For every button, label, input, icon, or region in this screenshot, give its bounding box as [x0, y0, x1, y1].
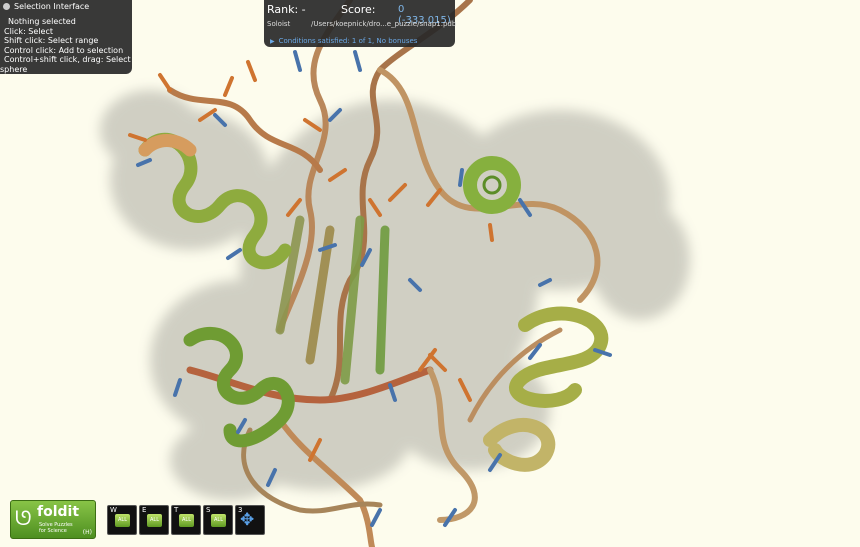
foldit-logo[interactable]: ᘎ foldit Solve Puzzles for Science (H): [10, 500, 96, 539]
rebuild-button[interactable]: S ALL: [203, 505, 233, 535]
selection-panel-body: Nothing selected Click: Select Shift cli…: [0, 13, 132, 74]
rebuild-icon: ALL: [211, 514, 226, 527]
selection-interface-panel[interactable]: Selection Interface Nothing selected Cli…: [0, 0, 132, 74]
hotkey-label: W: [110, 506, 117, 514]
score-panel: Rank: - Score: 0 (-333.015) Soloist /Use…: [264, 0, 457, 47]
selection-help-line: Control+shift click, drag: Select: [4, 55, 131, 64]
selection-status: Nothing selected: [8, 17, 76, 26]
expand-triangle-icon[interactable]: ▶: [270, 38, 275, 45]
ribbon-icon: ᘎ: [15, 506, 32, 530]
rank-label: Rank: -: [267, 3, 306, 16]
hotkey-label: T: [174, 506, 179, 514]
hotkey-label: E: [142, 506, 147, 514]
wiggle-button[interactable]: W ALL: [107, 505, 137, 535]
hotkey-label: S: [206, 506, 211, 514]
mode-label: Soloist: [267, 20, 291, 28]
selection-help-line: Shift click: Select range: [4, 36, 99, 45]
wiggle-icon: ALL: [115, 514, 130, 527]
tweak-button[interactable]: T ALL: [171, 505, 201, 535]
selection-panel-header[interactable]: Selection Interface: [0, 0, 132, 13]
move-button[interactable]: 3 ✥: [235, 505, 265, 535]
selection-help-line: Control click: Add to selection: [4, 45, 124, 55]
logo-tagline: Solve Puzzles for Science: [39, 522, 73, 534]
logo-version: (H): [82, 529, 92, 536]
shake-icon: ALL: [147, 514, 162, 527]
file-path: /Users/koepnick/dro...e_puzzle/snap1.pdb: [311, 20, 457, 28]
conditions-toggle[interactable]: ▶ Conditions satisfied: 1 of 1, No bonuse…: [270, 37, 417, 45]
conditions-text: Conditions satisfied: 1 of 1, No bonuses: [278, 37, 418, 45]
logo-name: foldit: [37, 504, 80, 520]
selection-help-line: Click: Select: [4, 26, 53, 36]
protein-viewport[interactable]: [0, 0, 860, 547]
selection-help-line: sphere: [0, 64, 28, 74]
panel-collapse-icon[interactable]: [3, 3, 10, 10]
score-label: Score:: [341, 3, 376, 16]
selection-panel-title: Selection Interface: [14, 1, 90, 11]
tweak-icon: ALL: [179, 514, 194, 527]
move-icon: ✥: [240, 510, 255, 530]
shake-button[interactable]: E ALL: [139, 505, 169, 535]
